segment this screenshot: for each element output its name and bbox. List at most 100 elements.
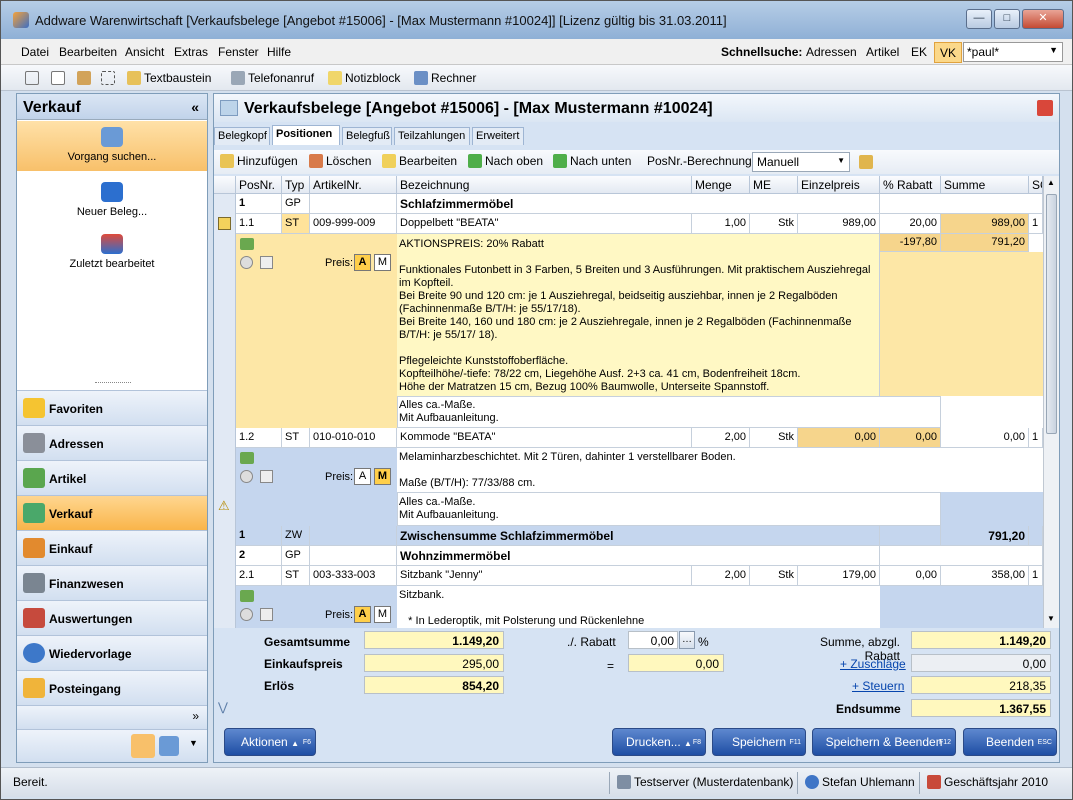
search-small-icon[interactable] <box>159 736 179 756</box>
settings-icon[interactable] <box>240 256 253 269</box>
menu-extras[interactable]: Extras <box>174 45 208 59</box>
col-header-artikelnr[interactable]: ArtikelNr. <box>310 176 397 194</box>
row-1-posnr[interactable]: 1 <box>236 194 282 214</box>
row-1-2-bezeichnung[interactable]: Kommode "BEATA" <box>397 428 692 448</box>
row-zw-artikelnr[interactable] <box>310 526 397 546</box>
quicksearch-input[interactable]: *paul* ▼ <box>963 42 1063 62</box>
settings-icon[interactable] <box>240 470 253 483</box>
row-1-artikelnr[interactable] <box>310 194 397 214</box>
row-1-2-summe[interactable]: 0,00 <box>941 428 1029 448</box>
row-1-1-bezeichnung[interactable]: Doppelbett "BEATA" <box>397 214 692 234</box>
rechner-button[interactable]: Rechner <box>414 69 476 87</box>
col-header-einzelpreis[interactable]: Einzelpreis <box>798 176 880 194</box>
row-1-2-langtext[interactable]: Melaminharzbeschichtet. Mit 2 Türen, dah… <box>399 451 877 490</box>
nav-section-artikel[interactable]: Artikel <box>17 460 207 495</box>
nav-section-auswertungen[interactable]: Auswertungen <box>17 600 207 635</box>
row-2-1-langtext[interactable]: Sitzbank. * In Lederoptik, mit Polsterun… <box>399 589 877 628</box>
row-1-1-typ[interactable]: ST <box>282 214 310 234</box>
row-1-2-artikelnr[interactable]: 010-010-010 <box>310 428 397 448</box>
quicksearch-vk[interactable]: VK <box>934 42 963 63</box>
zuschlaege-link[interactable]: + Zuschläge <box>840 657 906 671</box>
apply-text-icon[interactable] <box>240 238 254 250</box>
col-header-posnr[interactable]: PosNr. <box>236 176 282 194</box>
row-1-2-note[interactable]: Alles ca.-Maße. Mit Aufbauanleitung. <box>399 496 799 522</box>
preis-m-toggle[interactable]: M <box>374 254 391 271</box>
col-header-summe[interactable]: Summe <box>941 176 1029 194</box>
cut-icon[interactable] <box>25 69 42 87</box>
move-down-button[interactable]: Nach unten <box>553 154 631 168</box>
row-1-1-summe[interactable]: 989,00 <box>941 214 1029 234</box>
copy-icon[interactable] <box>51 69 68 87</box>
row-1-2-so[interactable]: 1 <box>1029 428 1043 448</box>
row-2-1-artikelnr[interactable]: 003-333-003 <box>310 566 397 586</box>
rabatt-percent-input[interactable]: 0,00 <box>628 631 678 649</box>
col-header-me[interactable]: ME <box>750 176 798 194</box>
row-1-2-posnr[interactable]: 1.2 <box>236 428 282 448</box>
row-2-1-typ[interactable]: ST <box>282 566 310 586</box>
task-neuer-beleg[interactable]: Neuer Beleg... <box>17 176 207 228</box>
task-vorgang-suchen[interactable]: Vorgang suchen... <box>17 121 207 171</box>
expand-icon[interactable]: ⋁ <box>218 700 228 714</box>
add-button[interactable]: Hinzufügen <box>220 154 298 168</box>
menu-bearbeiten[interactable]: Bearbeiten <box>59 45 117 59</box>
text-icon[interactable] <box>260 470 273 483</box>
nav-section-wiedervorlage[interactable]: Wiedervorlage <box>17 635 207 670</box>
nav-section-favoriten[interactable]: Favoriten <box>17 390 207 425</box>
preis-m-toggle[interactable]: M <box>374 606 391 623</box>
row-2-1-menge[interactable]: 2,00 <box>692 566 750 586</box>
row-1-1-so[interactable]: 1 <box>1029 214 1043 234</box>
notizblock-button[interactable]: Notizblock <box>328 69 400 87</box>
nav-section-einkauf[interactable]: Einkauf <box>17 530 207 565</box>
row-1-1-artikelnr[interactable]: 009-999-009 <box>310 214 397 234</box>
delete-button[interactable]: Löschen <box>309 154 371 168</box>
quicksearch-ek[interactable]: EK <box>911 45 927 59</box>
collapse-icon[interactable]: « <box>191 99 199 115</box>
preis-a-toggle[interactable]: A <box>354 254 371 271</box>
row-2-1-summe[interactable]: 358,00 <box>941 566 1029 586</box>
grid-scrollbar[interactable]: ▲ ▼ <box>1043 176 1059 628</box>
row-zw-summe[interactable]: 791,20 <box>941 526 1029 546</box>
row-1-2-rabatt[interactable]: 0,00 <box>880 428 941 448</box>
col-header-bezeichnung[interactable]: Bezeichnung <box>397 176 692 194</box>
row-1-2-einzelpreis[interactable]: 0,00 <box>798 428 880 448</box>
posnr-select[interactable]: Manuell ▼ <box>752 152 850 172</box>
quicksearch-adressen[interactable]: Adressen <box>806 45 857 59</box>
row-2-1-bezeichnung[interactable]: Sitzbank "Jenny" <box>397 566 692 586</box>
row-zw-posnr[interactable]: 1 <box>236 526 282 546</box>
paste-icon[interactable] <box>77 69 94 87</box>
row-1-2-me[interactable]: Stk <box>750 428 798 448</box>
preis-a-toggle[interactable]: A <box>354 468 371 485</box>
row-1-1-posnr[interactable]: 1.1 <box>236 214 282 234</box>
rabatt-picker-button[interactable]: … <box>679 631 695 649</box>
row-1-1-langtext[interactable]: AKTIONSPREIS: 20% Rabatt Funktionales Fu… <box>399 238 877 394</box>
row-2-typ[interactable]: GP <box>282 546 310 566</box>
apply-icon[interactable] <box>859 155 873 169</box>
select-all-icon[interactable] <box>101 69 118 87</box>
col-header-menge[interactable]: Menge <box>692 176 750 194</box>
chevron-down-icon[interactable]: ▼ <box>189 738 198 748</box>
tab-positionen[interactable]: Positionen <box>272 125 340 145</box>
telefonanruf-button[interactable]: Telefonanruf <box>231 69 314 87</box>
row-2-1-posnr[interactable]: 2.1 <box>236 566 282 586</box>
speichern-beenden-button[interactable]: Speichern & Beenden F12 <box>812 728 956 756</box>
tab-teilzahlungen[interactable]: Teilzahlungen <box>394 127 470 145</box>
row-2-1-me[interactable]: Stk <box>750 566 798 586</box>
col-header-typ[interactable]: Typ <box>282 176 310 194</box>
apply-text-icon[interactable] <box>240 452 254 464</box>
more-sections-button[interactable]: » <box>17 705 207 729</box>
speichern-button[interactable]: Speichern F11 <box>712 728 806 756</box>
row-1-1-note[interactable]: Alles ca.-Maße. Mit Aufbauanleitung. <box>399 399 799 425</box>
nav-section-verkauf[interactable]: Verkauf <box>17 495 207 530</box>
row-1-1-einzelpreis[interactable]: 989,00 <box>798 214 880 234</box>
text-icon[interactable] <box>260 608 273 621</box>
row-1-1-rabatt[interactable]: 20,00 <box>880 214 941 234</box>
drucken-button[interactable]: Drucken... ▲ F8 <box>612 728 706 756</box>
beenden-button[interactable]: Beenden ESC <box>963 728 1057 756</box>
tab-belegfuss[interactable]: Belegfuß <box>342 127 392 145</box>
quicksearch-artikel[interactable]: Artikel <box>866 45 899 59</box>
splitter-handle[interactable] <box>95 382 131 385</box>
nav-section-finanzwesen[interactable]: Finanzwesen <box>17 565 207 600</box>
menu-hilfe[interactable]: Hilfe <box>267 45 291 59</box>
move-up-button[interactable]: Nach oben <box>468 154 543 168</box>
close-document-icon[interactable] <box>1037 100 1053 116</box>
